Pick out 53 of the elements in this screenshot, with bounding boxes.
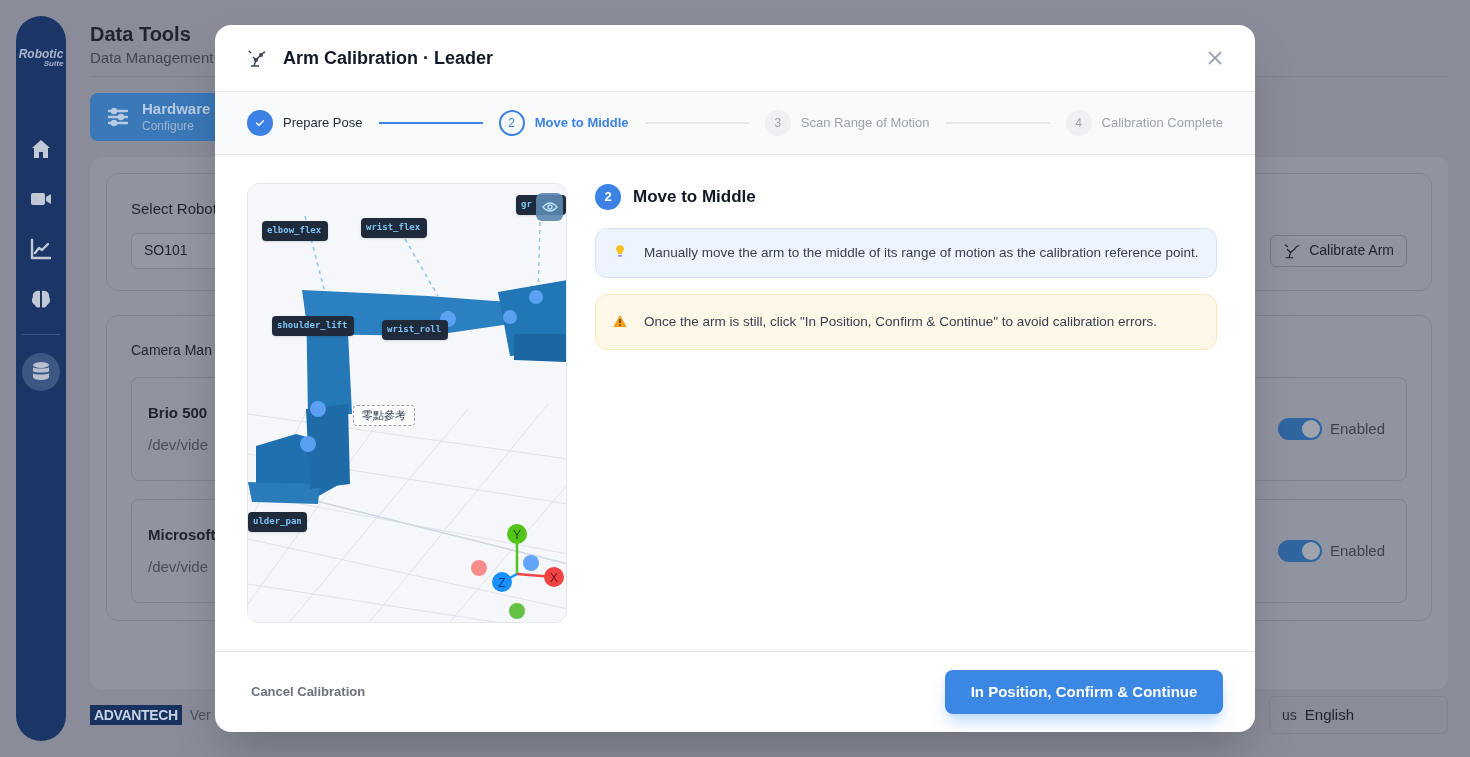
step-number: 3 [764, 110, 791, 136]
step-label[interactable]: Calibration Complete [1101, 113, 1223, 133]
confirm-button[interactable]: In Position, Confirm & Continue [945, 670, 1223, 714]
step-number: 2 [498, 110, 525, 136]
flag-code: us [1282, 705, 1297, 725]
language-label: English [1304, 704, 1354, 725]
axis-label: Y [513, 527, 521, 542]
brand-logo: ADVANTECH [90, 705, 182, 725]
robot-arm-icon [1283, 241, 1302, 260]
toggle-switch[interactable] [1277, 540, 1322, 562]
card-title: Camera Man [131, 341, 212, 360]
language-select[interactable]: us English [1269, 696, 1448, 734]
step-label[interactable]: Move to Middle [534, 113, 629, 133]
field-label: Select Robot [131, 199, 215, 219]
robot-arm-icon [247, 48, 267, 68]
sidebar-item[interactable] [22, 353, 60, 391]
calibrate-arm-button[interactable]: Calibrate Arm [1270, 234, 1407, 267]
joint-label: elbow_flex [262, 221, 328, 241]
logo-text: Suite [43, 60, 64, 68]
version-text: Ver [189, 705, 211, 725]
camera-name: Microsoft [148, 524, 214, 545]
step-number: 4 [1065, 110, 1092, 136]
line-chart-icon [29, 237, 53, 261]
logo-text: Robotic [18, 48, 64, 60]
dialog-title: Arm Calibration · Leader [283, 46, 494, 70]
cancel-button[interactable]: Cancel Calibration [251, 682, 366, 702]
zero-reference-label: 零點參考 [353, 405, 415, 426]
axis-label: X [550, 570, 558, 585]
joint-label: wrist_roll [382, 320, 448, 340]
axis-label: Z [498, 575, 506, 590]
camera-name: Brio 500 [148, 402, 209, 423]
step-label[interactable]: Scan Range of Motion [800, 113, 930, 133]
warning-icon [612, 313, 628, 329]
camera-path: /dev/vide [148, 435, 210, 455]
page-subtitle: Data Management [90, 48, 214, 68]
joint-label: wrist_flex [361, 218, 427, 238]
joint-label: ulder_pan [248, 512, 307, 532]
tab-subtitle: Configure [142, 118, 196, 134]
eye-icon [541, 201, 558, 213]
joint-label: shoulder_lift [272, 316, 354, 336]
toggle-label: Enabled [1329, 540, 1385, 561]
view-toggle-button[interactable] [536, 193, 563, 221]
toggle-switch[interactable] [1277, 418, 1322, 440]
step-label[interactable]: Prepare Pose [283, 113, 363, 133]
sliders-icon [106, 105, 130, 129]
note-text: Manually move the arm to the middle of its range of motion as the calibration reference point. [644, 244, 1199, 262]
step-badge: 2 [595, 184, 621, 210]
tab-title: Hardware [142, 100, 211, 119]
step-heading: Move to Middle [633, 186, 756, 209]
camera-path: /dev/vide [148, 557, 210, 577]
note-text: Once the arm is still, click "In Position, Confirm & Continue" to avoid calibration errors. [644, 313, 1158, 331]
toggle-label: Enabled [1329, 418, 1385, 439]
page-title: Data Tools [90, 22, 192, 47]
